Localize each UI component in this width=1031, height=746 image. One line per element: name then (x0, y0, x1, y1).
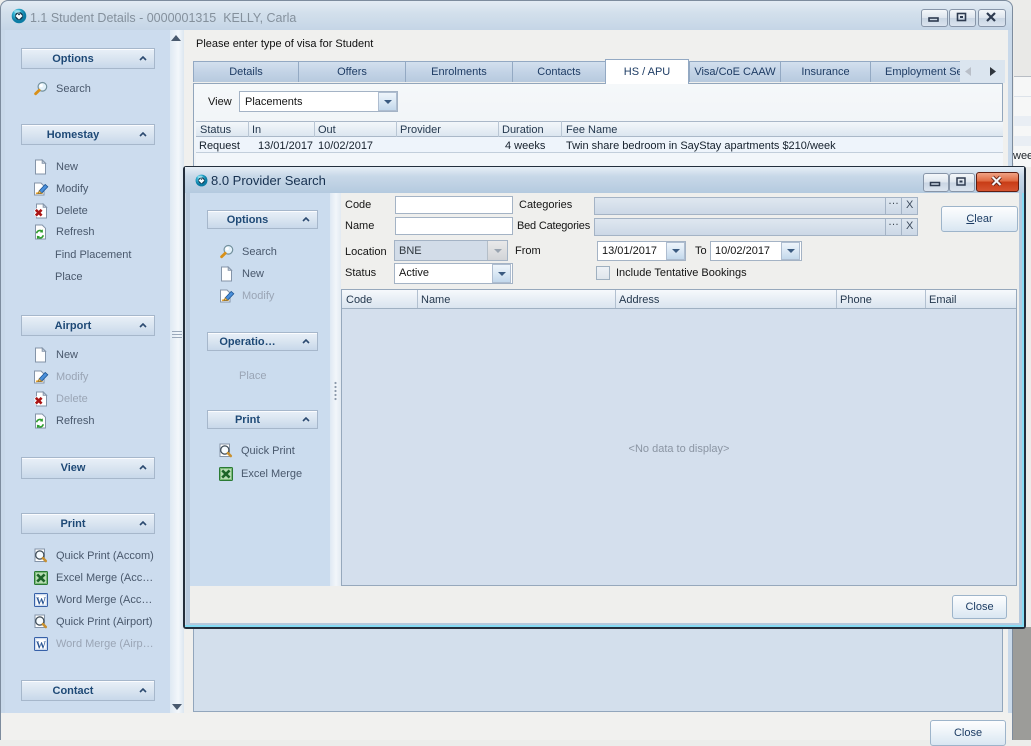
svg-text:W: W (36, 597, 46, 608)
svg-text:W: W (36, 641, 46, 652)
